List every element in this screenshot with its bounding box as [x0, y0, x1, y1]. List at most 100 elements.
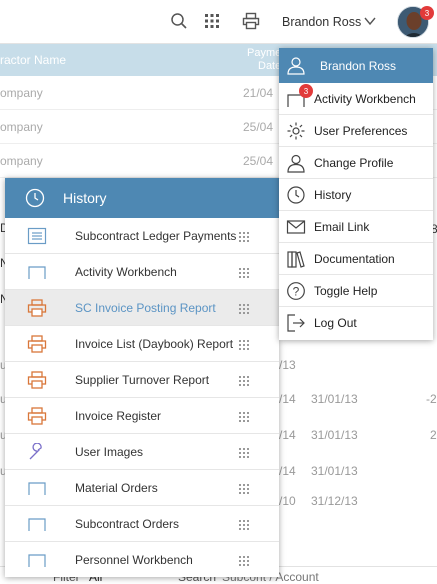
drag-handle-icon[interactable] [239, 303, 249, 317]
column-header-contractor[interactable]: ractor Name [0, 53, 66, 67]
books-icon [286, 249, 306, 269]
workbench-icon [27, 515, 47, 533]
notification-badge: 3 [420, 6, 434, 20]
drag-handle-icon[interactable] [239, 447, 249, 461]
menu-item-documentation[interactable]: Documentation [279, 243, 433, 275]
menu-item-label: Activity Workbench [314, 92, 416, 106]
user-menu-header: Brandon Ross [279, 48, 433, 83]
bg-fragment: 2 [430, 428, 437, 442]
menu-item-log-out[interactable]: Log Out [279, 307, 433, 339]
user-menu: Brandon Ross 3 Activity Workbench User P… [279, 48, 433, 340]
menu-item-label: Log Out [314, 316, 357, 330]
drag-handle-icon[interactable] [239, 555, 249, 569]
apps-grid-icon[interactable] [201, 10, 223, 32]
bg-fragment: /14 [279, 464, 296, 478]
history-item-personnel-workbench[interactable]: Personnel Workbench [5, 542, 279, 577]
search-icon[interactable] [168, 10, 190, 32]
menu-item-history[interactable]: History [279, 179, 433, 211]
history-item-subcontract-ledger-payments[interactable]: Subcontract Ledger Payments [5, 218, 279, 254]
bg-fragment: 31/01/13 [311, 392, 358, 406]
clock-icon [25, 188, 45, 211]
column-header-payment[interactable]: Payme [247, 47, 281, 59]
history-item-supplier-turnover-report[interactable]: Supplier Turnover Report [5, 362, 279, 398]
menu-item-change-profile[interactable]: Change Profile [279, 147, 433, 179]
bg-fragment: 31/12/13 [311, 494, 358, 508]
help-icon: ? [286, 281, 306, 301]
history-item-label: Invoice List (Daybook) Report [75, 337, 234, 351]
menu-item-label: History [314, 188, 352, 202]
table-cell-date: 25/04 [243, 154, 274, 168]
gear-icon [286, 121, 306, 141]
history-title: History [63, 190, 107, 206]
table-cell-name: ompany [0, 154, 43, 168]
history-item-label: Supplier Turnover Report [75, 373, 210, 387]
history-item-invoice-register[interactable]: Invoice Register [5, 398, 279, 434]
bg-fragment: -2 [426, 392, 437, 406]
user-menu-title: Brandon Ross [320, 59, 397, 73]
history-item-label: Invoice Register [75, 409, 162, 423]
menu-item-email-link[interactable]: Email Link [279, 211, 433, 243]
history-item-label: Subcontract Orders [75, 517, 180, 531]
drag-handle-icon[interactable] [239, 267, 249, 281]
user-icon [286, 153, 306, 173]
menu-item-label: Toggle Help [314, 284, 378, 298]
ledger-list-icon [27, 227, 47, 245]
history-item-user-images[interactable]: User Images [5, 434, 279, 470]
table-cell-date: 25/04 [243, 120, 274, 134]
column-header-date[interactable]: Date [258, 60, 281, 72]
bg-fragment: 31/01/13 [311, 464, 358, 478]
printer-report-icon [27, 407, 47, 425]
top-bar: Brandon Ross 3 [0, 0, 437, 44]
history-item-label: Subcontract Ledger Payments [75, 229, 237, 243]
chevron-down-icon[interactable] [363, 14, 377, 31]
menu-item-label: User Preferences [314, 124, 408, 138]
drag-handle-icon[interactable] [239, 231, 249, 245]
svg-text:?: ? [293, 285, 300, 299]
bg-fragment: /10 [279, 494, 296, 508]
menu-item-label: Documentation [314, 252, 395, 266]
wrench-icon [27, 442, 47, 461]
table-cell-date: 21/04 [243, 86, 274, 100]
menu-item-activity-workbench[interactable]: 3 Activity Workbench [279, 83, 433, 115]
bg-fragment: /14 [279, 428, 296, 442]
notification-badge: 3 [299, 84, 313, 98]
history-item-label: Activity Workbench [75, 265, 177, 279]
menu-item-label: Email Link [314, 220, 370, 234]
history-item-sc-invoice-posting-report[interactable]: SC Invoice Posting Report [5, 290, 279, 326]
history-item-activity-workbench[interactable]: Activity Workbench [5, 254, 279, 290]
bg-fragment: /14 [279, 392, 296, 406]
printer-report-icon [27, 371, 47, 389]
history-item-label: User Images [75, 445, 144, 459]
user-name[interactable]: Brandon Ross [282, 15, 361, 29]
drag-handle-icon[interactable] [239, 375, 249, 389]
history-panel: History Subcontract Ledger Payments Acti… [5, 178, 279, 577]
menu-item-toggle-help[interactable]: ? Toggle Help [279, 275, 433, 307]
drag-handle-icon[interactable] [239, 483, 249, 497]
print-icon[interactable] [240, 10, 262, 32]
logout-icon [286, 313, 306, 333]
envelope-icon [286, 217, 306, 237]
bg-fragment: 31/01/13 [311, 428, 358, 442]
menu-item-user-preferences[interactable]: User Preferences [279, 115, 433, 147]
history-item-material-orders[interactable]: Material Orders [5, 470, 279, 506]
workbench-icon [27, 263, 47, 281]
bg-fragment: /13 [279, 358, 296, 372]
history-item-invoice-list-daybook-report[interactable]: Invoice List (Daybook) Report [5, 326, 279, 362]
printer-report-icon [27, 335, 47, 353]
history-item-subcontract-orders[interactable]: Subcontract Orders [5, 506, 279, 542]
table-cell-name: ompany [0, 120, 43, 134]
history-item-label: SC Invoice Posting Report [75, 301, 216, 315]
history-item-label: Material Orders [75, 481, 158, 495]
history-panel-header: History [5, 178, 279, 218]
history-item-label: Personnel Workbench [75, 553, 193, 567]
clock-icon [286, 185, 306, 205]
user-icon [286, 55, 306, 78]
drag-handle-icon[interactable] [239, 411, 249, 425]
drag-handle-icon[interactable] [239, 339, 249, 353]
workbench-icon [27, 479, 47, 497]
workbench-icon [27, 551, 47, 569]
table-cell-name: ompany [0, 86, 43, 100]
drag-handle-icon[interactable] [239, 519, 249, 533]
printer-report-icon [27, 299, 47, 317]
menu-item-label: Change Profile [314, 156, 394, 170]
